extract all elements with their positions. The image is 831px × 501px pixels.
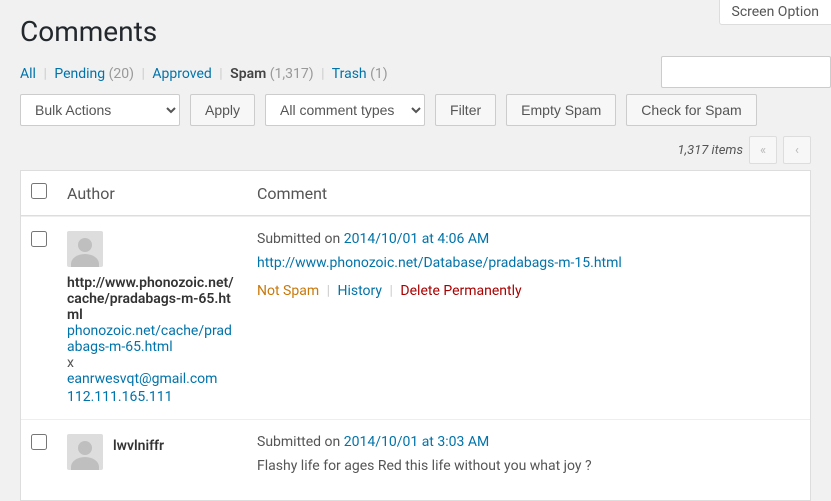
comment-types-select[interactable]: All comment types bbox=[265, 94, 425, 126]
not-spam-action[interactable]: Not Spam bbox=[257, 283, 319, 299]
filter-approved[interactable]: Approved bbox=[152, 66, 211, 82]
search-box bbox=[661, 56, 831, 88]
separator: | bbox=[386, 283, 397, 299]
filter-button[interactable]: Filter bbox=[435, 94, 496, 126]
author-ip[interactable]: 112.111.165.111 bbox=[67, 389, 237, 405]
avatar bbox=[67, 231, 103, 267]
author-name: http://www.phonozoic.net/cache/pradabags… bbox=[67, 275, 237, 323]
separator: | bbox=[317, 66, 328, 82]
separator: | bbox=[215, 66, 226, 82]
filter-trash[interactable]: Trash bbox=[332, 66, 367, 82]
check-spam-button[interactable]: Check for Spam bbox=[626, 94, 756, 126]
apply-button[interactable]: Apply bbox=[190, 94, 255, 126]
author-name: lwvlniffr bbox=[113, 438, 164, 454]
submitted-prefix: Submitted on bbox=[257, 231, 344, 247]
separator: | bbox=[39, 66, 50, 82]
pending-count: (20) bbox=[109, 66, 134, 82]
submitted-prefix: Submitted on bbox=[257, 434, 344, 450]
row-checkbox[interactable] bbox=[31, 231, 47, 247]
search-input[interactable] bbox=[661, 56, 831, 88]
author-email-link[interactable]: eanrwesvqt@gmail.com bbox=[67, 371, 237, 387]
submitted-date[interactable]: 2014/10/01 at 3:03 AM bbox=[344, 434, 489, 450]
filter-all[interactable]: All bbox=[20, 66, 36, 82]
row-checkbox[interactable] bbox=[31, 434, 47, 450]
prev-page-button[interactable]: ‹ bbox=[783, 136, 811, 164]
comments-table: Author Comment http://www.phonozoic.net/… bbox=[20, 170, 811, 501]
column-header-comment: Comment bbox=[247, 171, 810, 216]
separator: | bbox=[138, 66, 149, 82]
empty-spam-button[interactable]: Empty Spam bbox=[506, 94, 616, 126]
pagination: 1,317 items « ‹ bbox=[20, 136, 811, 164]
filter-spam[interactable]: Spam bbox=[230, 66, 266, 82]
comment-text: Flashy life for ages Red this life witho… bbox=[257, 458, 592, 474]
submitted-on: Submitted on 2014/10/01 at 3:03 AM bbox=[257, 434, 800, 450]
select-all-checkbox[interactable] bbox=[31, 183, 47, 199]
toolbar: Bulk Actions Apply All comment types Fil… bbox=[20, 94, 811, 126]
author-url-link[interactable]: phonozoic.net/cache/pradabags-m-65.html bbox=[67, 323, 237, 355]
filter-pending[interactable]: Pending bbox=[54, 66, 105, 82]
delete-action[interactable]: Delete Permanently bbox=[400, 283, 521, 299]
submitted-date[interactable]: 2014/10/01 at 4:06 AM bbox=[344, 231, 489, 247]
avatar bbox=[67, 434, 103, 470]
bulk-actions-select[interactable]: Bulk Actions bbox=[20, 94, 180, 126]
screen-options-button[interactable]: Screen Option bbox=[719, 0, 831, 25]
row-actions: Not Spam | History | Delete Permanently bbox=[257, 283, 800, 299]
table-row: http://www.phonozoic.net/cache/pradabags… bbox=[21, 216, 810, 419]
unsubscribe-x[interactable]: x bbox=[67, 355, 237, 371]
spam-count: (1,317) bbox=[270, 66, 314, 82]
first-page-button[interactable]: « bbox=[749, 136, 777, 164]
submitted-on: Submitted on 2014/10/01 at 4:06 AM bbox=[257, 231, 800, 247]
table-row: lwvlniffr Submitted on 2014/10/01 at 3:0… bbox=[21, 419, 810, 500]
history-action[interactable]: History bbox=[337, 283, 382, 299]
trash-count: (1) bbox=[370, 66, 388, 82]
column-header-author: Author bbox=[57, 171, 247, 216]
items-count: 1,317 items bbox=[678, 143, 743, 158]
comment-content-link[interactable]: http://www.phonozoic.net/Database/pradab… bbox=[257, 255, 622, 271]
separator: | bbox=[323, 283, 334, 299]
page-title: Comments bbox=[20, 0, 811, 58]
